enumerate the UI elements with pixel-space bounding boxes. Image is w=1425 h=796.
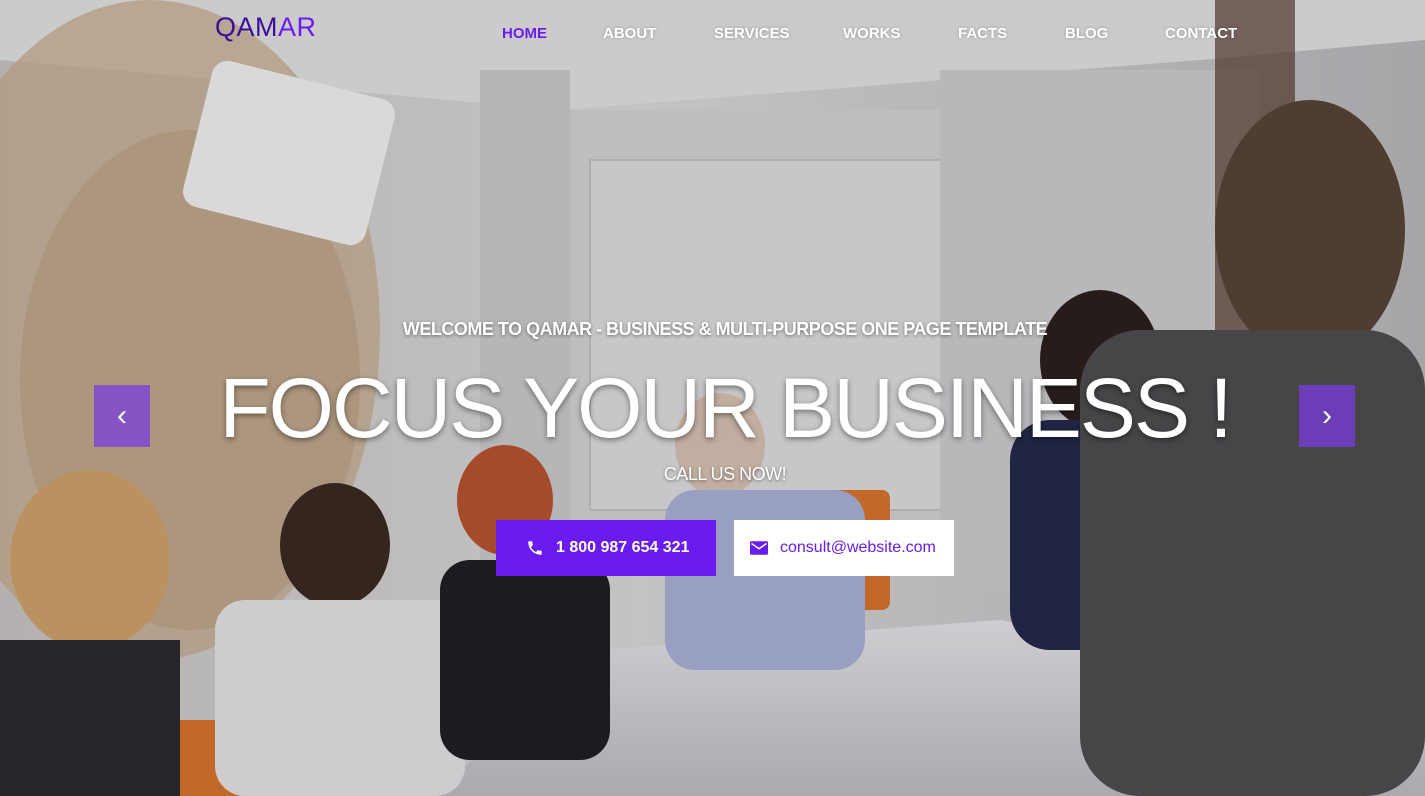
mail-icon — [750, 541, 768, 555]
nav-item-home[interactable]: HOME — [502, 25, 547, 42]
brand-logo-part2: AR — [278, 12, 317, 42]
brand-logo-part1: QAM — [215, 12, 279, 42]
nav-item-blog[interactable]: BLOG — [1065, 25, 1108, 42]
email-address: consult@website.com — [780, 539, 936, 556]
brand-logo[interactable]: QAMAR — [215, 12, 317, 43]
email-button[interactable]: consult@website.com — [734, 520, 954, 576]
phone-button[interactable]: 1 800 987 654 321 — [496, 520, 716, 576]
nav-item-services[interactable]: SERVICES — [714, 25, 790, 42]
hero-headline: FOCUS YOUR BUSINESS ! — [219, 361, 1232, 455]
nav-item-facts[interactable]: FACTS — [958, 25, 1007, 42]
nav-item-contact[interactable]: CONTACT — [1165, 25, 1237, 42]
phone-number: 1 800 987 654 321 — [556, 539, 690, 556]
hero-subtitle: WELCOME TO QAMAR - BUSINESS & MULTI-PURP… — [402, 319, 1048, 339]
nav-item-about[interactable]: ABOUT — [603, 25, 656, 42]
nav-item-works[interactable]: WORKS — [843, 25, 901, 42]
call-us-label: CALL US NOW! — [663, 464, 787, 484]
hero-section: QAMAR HOME ABOUT SERVICES WORKS FACTS BL… — [0, 0, 1425, 796]
phone-icon — [526, 539, 544, 557]
